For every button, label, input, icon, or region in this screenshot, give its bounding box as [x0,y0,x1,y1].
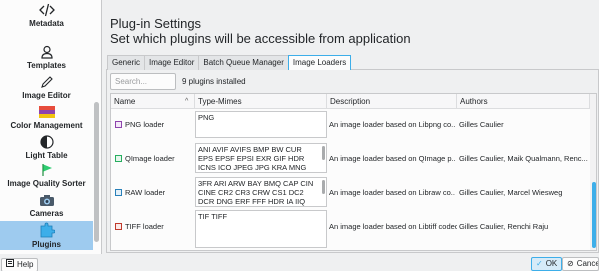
sidebar-item-label: Plugins [32,240,61,249]
tab-image-loaders[interactable]: Image Loaders [287,55,352,70]
mime-types-text: PNG [198,113,215,122]
tab-generic[interactable]: Generic [107,55,146,70]
plugin-authors: Gilles Caulier [459,120,504,129]
sidebar-item-label: Image Editor [22,91,71,100]
mime-scrollbar[interactable] [322,180,325,194]
settings-sidebar: Metadata Templates Image Editor Color Ma… [0,0,102,254]
enable-checkbox[interactable] [115,189,122,196]
plugin-name: TIFF loader [125,222,164,231]
sidebar-item-metadata[interactable]: Metadata [0,2,93,36]
sidebar-item-label: Cameras [29,209,64,218]
sidebar-item-image-editor[interactable]: Image Editor [0,74,93,100]
mime-scrollbar[interactable] [322,146,325,160]
table-header: Name ^ Type-Mimes Description Authors [111,94,596,109]
user-icon [40,44,54,60]
sidebar-item-label: Light Table [25,151,68,160]
sidebar-scrollbar[interactable] [93,2,101,252]
enable-checkbox[interactable] [115,223,122,230]
cancel-button[interactable]: ⊘ Cancel [562,257,599,271]
page-title: Plug-in Settings [110,16,202,31]
help-icon [6,258,14,271]
checkmark-icon: ✓ [536,259,543,268]
mime-types-field: TIF TIFF [195,210,327,248]
column-header-description[interactable]: Description [327,94,457,109]
mime-types-text: 3FR ARI ARW BAY BMQ CAP CIN CINE CR2 CR3… [198,179,314,206]
table-row[interactable]: RAW loader 3FR ARI ARW BAY BMQ CAP CIN C… [111,176,590,208]
plugin-name: PNG loader [125,120,165,129]
plugin-authors: Gilles Caulier, Marcel Wiesweg [459,188,563,197]
table-row[interactable]: QImage loader ANI AVIF AVIFS BMP BW CUR … [111,142,590,174]
cancel-icon: ⊘ [567,259,574,268]
enable-checkbox[interactable] [115,121,122,128]
scrollbar-thumb[interactable] [592,182,596,248]
enable-checkbox[interactable] [115,155,122,162]
flag-icon [40,162,54,178]
table-scrollbar[interactable] [590,94,596,250]
plugin-description: An image loader based on Libpng co... [329,120,455,129]
contrast-icon [39,134,54,150]
mime-types-text: TIF TIFF [198,212,228,221]
color-palette-icon [38,104,55,120]
plugin-description: An image loader based on Libtiff codec [329,222,457,231]
plugin-count-label: 9 plugins installed [182,77,246,86]
plugin-description: An image loader based on Libraw co... [329,188,455,197]
mime-types-text: ANI AVIF AVIFS BMP BW CUR EPS EPSF EPSI … [198,145,307,172]
code-icon [38,2,55,18]
sidebar-item-templates[interactable]: Templates [0,44,93,70]
camera-icon [39,192,55,208]
table-row[interactable]: PNG loader PNG An image loader based on … [111,109,590,140]
sidebar-item-image-quality-sorter[interactable]: Image Quality Sorter [0,162,93,188]
scrollbar-thumb[interactable] [94,102,99,242]
plugin-description: An image loader based on QImage p... [329,154,455,163]
sidebar-item-label: Metadata [29,19,64,28]
plugin-authors: Gilles Caulier, Maik Qualmann, Renc... [459,154,588,163]
search-input[interactable] [110,73,176,90]
column-header-name[interactable]: Name ^ [111,94,195,109]
plugin-authors: Gilles Caulier, Renchi Raju [459,222,549,231]
page-subtitle: Set which plugins will be accessible fro… [110,31,411,46]
plugin-name: RAW loader [125,188,166,197]
plugin-name: QImage loader [125,154,175,163]
sidebar-item-light-table[interactable]: Light Table [0,134,93,160]
sidebar-item-plugins[interactable]: Plugins [0,221,93,250]
sidebar-item-label: Color Management [10,121,83,130]
sort-ascending-icon: ^ [185,98,189,105]
mime-types-field: PNG [195,111,327,138]
help-button[interactable]: Help [1,258,39,271]
sidebar-item-color-management[interactable]: Color Management [0,104,93,130]
tab-batch-queue-manager[interactable]: Batch Queue Manager [198,55,289,70]
sidebar-item-label: Templates [27,61,66,70]
mime-types-field: ANI AVIF AVIFS BMP BW CUR EPS EPSF EPSI … [195,143,327,173]
plugins-table: Name ^ Type-Mimes Description Authors PN… [110,93,597,251]
tab-image-editor[interactable]: Image Editor [144,55,200,70]
pencil-icon [40,74,54,90]
column-header-type-mimes[interactable]: Type-Mimes [195,94,327,109]
table-row[interactable]: TIFF loader TIF TIFF An image loader bas… [111,210,590,250]
ok-button[interactable]: ✓ OK [531,257,563,271]
mime-types-field: 3FR ARI ARW BAY BMQ CAP CIN CINE CR2 CR3… [195,177,327,207]
sidebar-item-label: Image Quality Sorter [7,179,86,188]
tab-bar: Generic Image Editor Batch Queue Manager… [107,55,352,70]
puzzle-icon [39,221,55,239]
sidebar-item-cameras[interactable]: Cameras [0,192,93,218]
column-header-authors[interactable]: Authors [457,94,590,109]
